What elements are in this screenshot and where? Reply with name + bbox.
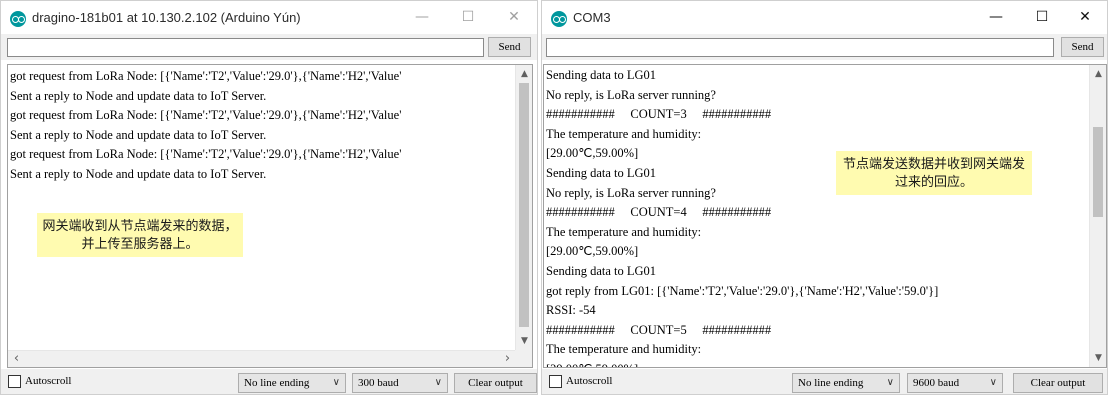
output-line: got reply from LG01: [{'Name':'T2','Valu… (546, 283, 939, 298)
bottom-toolbar: Autoscroll No line ending ∨ 300 baud ∨ C… (1, 369, 537, 394)
scroll-down-arrow-icon[interactable]: ▼ (1090, 351, 1106, 365)
close-button[interactable]: ✕ (1062, 1, 1107, 34)
send-row: Send (542, 34, 1107, 60)
output-line: Sent a reply to Node and update data to … (10, 166, 267, 181)
autoscroll-label: Autoscroll (25, 375, 72, 387)
horizontal-scrollbar[interactable]: ‹ › (8, 350, 516, 367)
autoscroll-label: Autoscroll (566, 375, 613, 387)
title-bar[interactable]: COM3 — ☐ ✕ (542, 1, 1107, 34)
arduino-logo-icon (551, 11, 567, 27)
chevron-down-icon: ∨ (886, 377, 894, 388)
output-line: Sent a reply to Node and update data to … (10, 127, 267, 142)
baud-select[interactable]: 300 baud ∨ (352, 373, 448, 393)
output-line: Sending data to LG01 (546, 263, 657, 278)
annotation-note: 网关端收到从节点端发来的数据，并上传至服务器上。 (37, 213, 243, 257)
output-line: got request from LoRa Node: [{'Name':'T2… (10, 147, 402, 161)
chevron-down-icon: ∨ (434, 377, 442, 388)
serial-output: Sending data to LG01 No reply, is LoRa se… (543, 64, 1107, 368)
baud-select[interactable]: 9600 baud ∨ (907, 373, 1003, 393)
minimize-button[interactable]: — (399, 1, 445, 34)
clear-output-button[interactable]: Clear output (1013, 373, 1103, 393)
chevron-down-icon: ∨ (989, 377, 997, 388)
clear-output-button[interactable]: Clear output (454, 373, 537, 393)
line-ending-value: No line ending (798, 377, 864, 389)
output-line: The temperature and humidity: (546, 224, 702, 239)
output-line: ########### COUNT=3 ########### (546, 107, 772, 122)
scroll-down-arrow-icon[interactable]: ▼ (516, 334, 532, 348)
window-title: dragino-181b01 at 10.130.2.102 (Arduino … (32, 10, 301, 25)
send-button[interactable]: Send (488, 37, 531, 57)
arduino-logo-icon (10, 11, 26, 27)
autoscroll-checkbox[interactable] (8, 375, 21, 388)
serial-input[interactable] (7, 38, 484, 57)
vertical-scrollbar[interactable]: ▲ ▼ (515, 65, 532, 350)
minimize-button[interactable]: — (973, 1, 1019, 34)
line-ending-value: No line ending (244, 377, 310, 389)
output-line: [29.00℃,59.00%] (546, 360, 938, 367)
line-ending-select[interactable]: No line ending ∨ (238, 373, 346, 393)
output-line: got request from LoRa Node: [{'Name':'T2… (10, 108, 402, 122)
output-line: ########### COUNT=5 ########### (546, 322, 772, 337)
output-line: The temperature and humidity: (546, 342, 702, 357)
output-line: ########### COUNT=4 ########### (546, 205, 772, 220)
line-ending-select[interactable]: No line ending ∨ (792, 373, 900, 393)
send-row: Send (1, 34, 537, 60)
output-lines: Sending data to LG01 No reply, is LoRa se… (546, 66, 939, 367)
autoscroll-checkbox[interactable] (549, 375, 562, 388)
vertical-scrollbar[interactable]: ▲ ▼ (1089, 65, 1106, 367)
output-lines: got request from LoRa Node: [{'Name':'T2… (10, 67, 401, 184)
scroll-thumb[interactable] (519, 83, 529, 327)
scroll-left-arrow-icon[interactable]: ‹ (8, 351, 25, 367)
output-line: RSSI: -54 (546, 303, 596, 318)
baud-value: 9600 baud (913, 377, 960, 389)
chevron-down-icon: ∨ (332, 377, 340, 388)
baud-value: 300 baud (358, 377, 399, 389)
output-line: Sent a reply to Node and update data to … (10, 88, 267, 103)
bottom-toolbar: Autoscroll No line ending ∨ 9600 baud ∨ … (542, 369, 1107, 394)
output-line: No reply, is LoRa server running? (546, 87, 716, 102)
send-button[interactable]: Send (1061, 37, 1104, 57)
output-line: [29.00℃,59.00%] (546, 244, 639, 259)
output-line: Sending data to LG01 (546, 68, 657, 82)
maximize-button[interactable]: ☐ (1019, 1, 1065, 34)
serial-monitor-gateway-window: dragino-181b01 at 10.130.2.102 (Arduino … (0, 0, 538, 395)
scroll-up-arrow-icon[interactable]: ▲ (516, 67, 532, 81)
close-button[interactable]: ✕ (491, 1, 537, 34)
scroll-right-arrow-icon[interactable]: › (499, 351, 516, 367)
serial-monitor-node-window: COM3 — ☐ ✕ Send Sending data to LG01 No r… (541, 0, 1108, 395)
output-line: got request from LoRa Node: [{'Name':'T2… (10, 69, 402, 83)
scroll-up-arrow-icon[interactable]: ▲ (1090, 67, 1106, 81)
maximize-button[interactable]: ☐ (445, 1, 491, 34)
scroll-thumb[interactable] (1093, 127, 1103, 217)
window-title: COM3 (573, 10, 611, 25)
annotation-note: 节点端发送数据并收到网关端发过来的回应。 (836, 151, 1032, 195)
scroll-corner (515, 350, 532, 367)
title-bar[interactable]: dragino-181b01 at 10.130.2.102 (Arduino … (1, 1, 537, 34)
output-line: The temperature and humidity: (546, 126, 702, 141)
serial-input[interactable] (546, 38, 1054, 57)
